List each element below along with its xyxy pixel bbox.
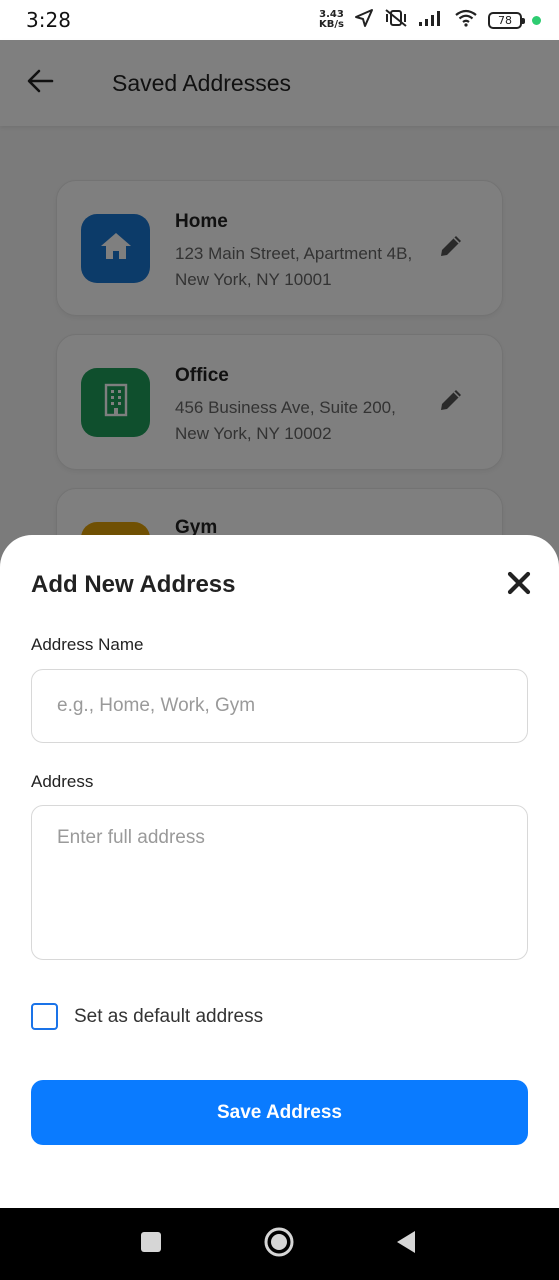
home-button[interactable] — [261, 1226, 297, 1262]
status-bar: 3:28 3.43 KB/s 78 — [0, 0, 559, 40]
address-textarea[interactable] — [31, 805, 528, 960]
system-nav-bar — [0, 1208, 559, 1280]
back-nav-button[interactable] — [388, 1226, 424, 1262]
sheet-title: Add New Address — [31, 571, 236, 598]
default-address-option[interactable]: Set as default address — [31, 1003, 263, 1030]
status-icons: 3.43 KB/s 78 — [319, 8, 541, 33]
square-icon — [139, 1230, 163, 1259]
save-address-button[interactable]: Save Address — [31, 1080, 528, 1145]
close-button[interactable] — [503, 569, 535, 601]
battery-level: 78 — [498, 13, 512, 27]
signal-icon — [418, 9, 444, 32]
circle-icon — [263, 1226, 295, 1263]
vibrate-off-icon — [384, 8, 408, 33]
address-name-label: Address Name — [31, 635, 144, 654]
triangle-back-icon — [394, 1229, 418, 1260]
address-name-input[interactable] — [31, 669, 528, 743]
privacy-indicator-dot — [532, 15, 541, 25]
wifi-icon — [454, 9, 478, 32]
location-arrow-icon — [354, 8, 374, 33]
close-icon — [507, 571, 531, 600]
network-speed: 3.43 KB/s — [319, 10, 344, 30]
add-address-sheet: Add New Address Address Name Address Set… — [0, 535, 559, 1208]
status-time: 3:28 — [26, 8, 71, 32]
battery-icon: 78 — [488, 11, 525, 29]
network-speed-unit: KB/s — [319, 19, 344, 30]
default-address-checkbox[interactable] — [31, 1003, 58, 1030]
recents-button[interactable] — [133, 1226, 169, 1262]
address-label: Address — [31, 772, 94, 791]
default-address-label: Set as default address — [74, 1005, 264, 1027]
